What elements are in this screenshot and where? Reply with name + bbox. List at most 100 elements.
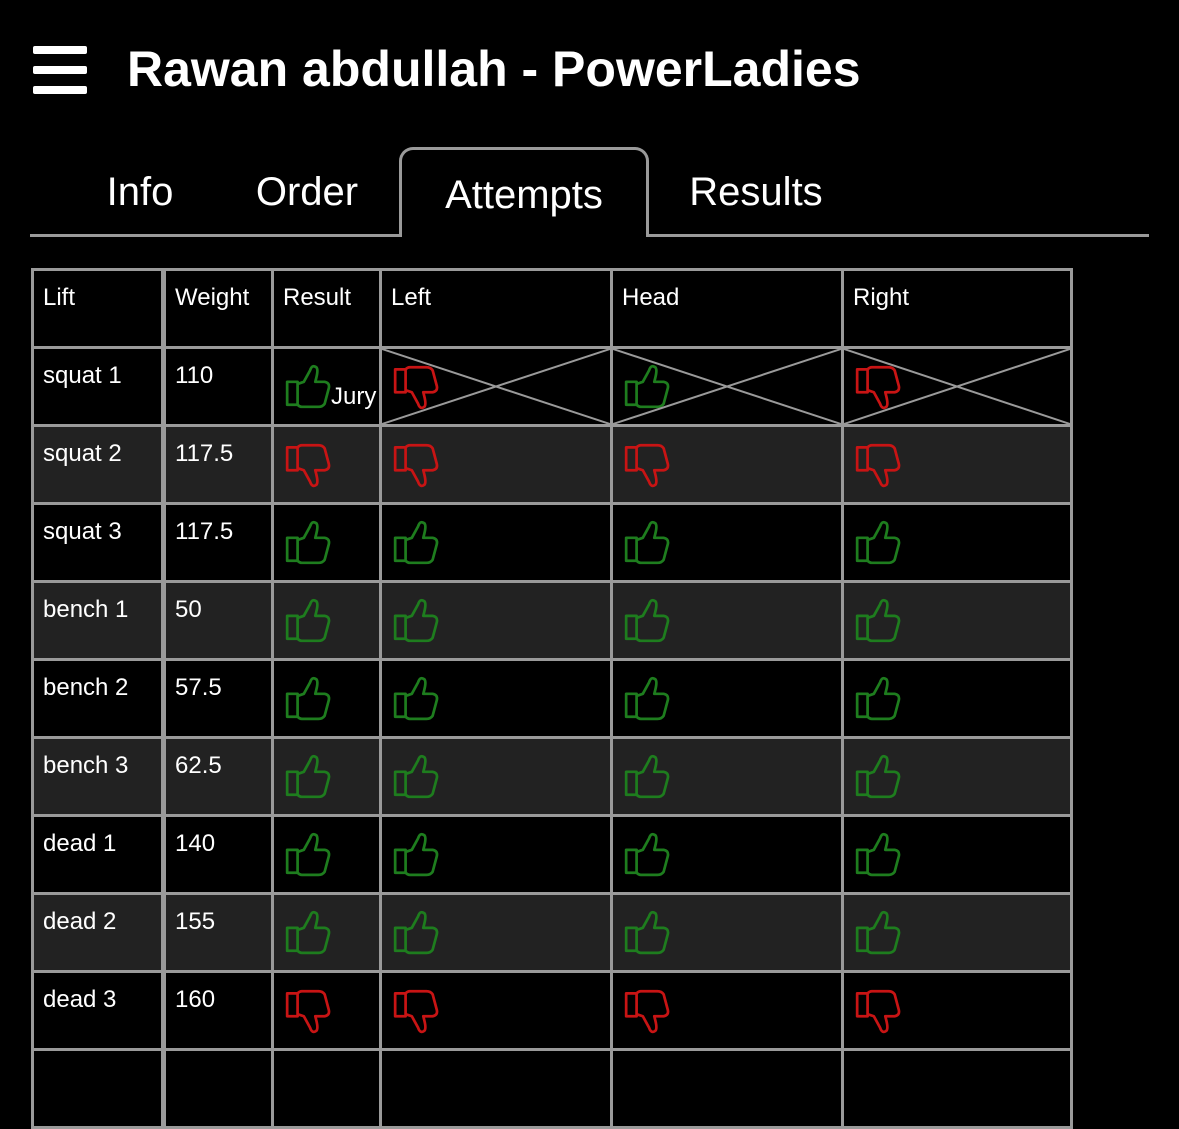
result-cell xyxy=(271,658,382,739)
thumbs-down-icon xyxy=(393,365,439,410)
left-cell xyxy=(379,814,613,895)
weight-cell: 117.5 xyxy=(162,424,274,505)
thumbs-down-icon xyxy=(624,443,670,488)
column-header-result: Result xyxy=(271,268,382,349)
left-cell xyxy=(379,736,613,817)
thumbs-down-icon xyxy=(393,989,439,1034)
head-cell xyxy=(610,892,844,973)
column-header-lift: Lift xyxy=(31,268,166,349)
result-cell xyxy=(271,502,382,583)
right-cell xyxy=(841,346,1073,427)
table-row: bench 2 57.5 xyxy=(31,658,1073,739)
hamburger-menu-icon[interactable] xyxy=(33,46,87,94)
weight-cell: 117.5 xyxy=(162,502,274,583)
tab-results[interactable]: Results xyxy=(681,147,831,237)
table-row: squat 2 117.5 xyxy=(31,424,1073,505)
head-cell xyxy=(610,970,844,1051)
thumbs-up-icon xyxy=(624,910,670,955)
weight-value: 50 xyxy=(175,596,202,623)
thumbs-up-icon xyxy=(855,754,901,799)
thumbs-down-icon xyxy=(393,443,439,488)
lift-name: squat 1 xyxy=(43,362,122,389)
column-header-left: Left xyxy=(379,268,613,349)
tab-bar: Info Order Attempts Results xyxy=(30,147,1149,237)
thumbs-up-icon xyxy=(393,598,439,643)
lift-cell: squat 1 xyxy=(31,346,166,427)
thumbs-up-icon xyxy=(393,910,439,955)
thumbs-up-icon xyxy=(393,520,439,565)
table-row: dead 3 160 xyxy=(31,970,1073,1051)
thumbs-up-icon xyxy=(624,520,670,565)
column-header-right: Right xyxy=(841,268,1073,349)
right-cell xyxy=(841,580,1073,661)
table-row: bench 1 50 xyxy=(31,580,1073,661)
head-cell xyxy=(610,814,844,895)
thumbs-up-icon xyxy=(285,676,331,721)
result-cell: Jury xyxy=(271,346,382,427)
column-header-head: Head xyxy=(610,268,844,349)
thumbs-up-icon xyxy=(285,910,331,955)
left-cell xyxy=(379,424,613,505)
empty-cell xyxy=(379,1048,613,1129)
right-cell xyxy=(841,814,1073,895)
thumbs-up-icon xyxy=(624,832,670,877)
thumbs-up-icon xyxy=(393,676,439,721)
weight-value: 160 xyxy=(175,986,216,1013)
left-cell xyxy=(379,346,613,427)
thumbs-down-icon xyxy=(285,989,331,1034)
thumbs-down-icon xyxy=(855,989,901,1034)
lift-cell: squat 3 xyxy=(31,502,166,583)
lift-name: dead 3 xyxy=(43,986,117,1013)
left-cell xyxy=(379,970,613,1051)
result-cell xyxy=(271,580,382,661)
table-row-partial xyxy=(31,1048,1073,1129)
empty-cell xyxy=(162,1048,274,1129)
right-cell xyxy=(841,736,1073,817)
head-cell xyxy=(610,502,844,583)
weight-cell: 57.5 xyxy=(162,658,274,739)
head-cell xyxy=(610,424,844,505)
lift-cell: bench 2 xyxy=(31,658,166,739)
left-cell xyxy=(379,892,613,973)
thumbs-up-icon xyxy=(285,520,331,565)
thumbs-up-icon xyxy=(624,676,670,721)
thumbs-up-icon xyxy=(624,364,670,409)
lift-name: bench 2 xyxy=(43,674,129,701)
tab-attempts[interactable]: Attempts xyxy=(399,147,649,237)
tab-info[interactable]: Info xyxy=(90,147,190,237)
thumbs-up-icon xyxy=(393,832,439,877)
attempts-table: Lift Weight Result Left Head Right squat… xyxy=(31,268,1073,1129)
result-cell xyxy=(271,970,382,1051)
weight-cell: 155 xyxy=(162,892,274,973)
head-cell xyxy=(610,346,844,427)
table-row: squat 1 110 Jury xyxy=(31,346,1073,427)
lift-name: squat 3 xyxy=(43,518,122,545)
table-row: bench 3 62.5 xyxy=(31,736,1073,817)
weight-cell: 160 xyxy=(162,970,274,1051)
head-cell xyxy=(610,580,844,661)
lift-cell: bench 3 xyxy=(31,736,166,817)
thumbs-up-icon xyxy=(285,598,331,643)
thumbs-up-icon xyxy=(285,364,331,409)
empty-cell xyxy=(610,1048,844,1129)
left-cell xyxy=(379,502,613,583)
result-cell xyxy=(271,892,382,973)
thumbs-down-icon xyxy=(285,443,331,488)
lift-name: dead 2 xyxy=(43,908,117,935)
lift-cell: dead 2 xyxy=(31,892,166,973)
left-cell xyxy=(379,580,613,661)
weight-value: 155 xyxy=(175,908,216,935)
thumbs-down-icon xyxy=(855,365,901,410)
lift-name: bench 3 xyxy=(43,752,129,779)
weight-value: 117.5 xyxy=(175,518,234,545)
tab-order[interactable]: Order xyxy=(250,147,364,237)
right-cell xyxy=(841,892,1073,973)
thumbs-up-icon xyxy=(624,754,670,799)
lift-name: squat 2 xyxy=(43,440,122,467)
thumbs-up-icon xyxy=(393,754,439,799)
weight-value: 62.5 xyxy=(175,752,222,779)
result-cell xyxy=(271,736,382,817)
app-header: Rawan abdullah - PowerLadies xyxy=(0,0,1179,140)
thumbs-up-icon xyxy=(855,832,901,877)
table-header-row: Lift Weight Result Left Head Right xyxy=(31,268,1073,349)
